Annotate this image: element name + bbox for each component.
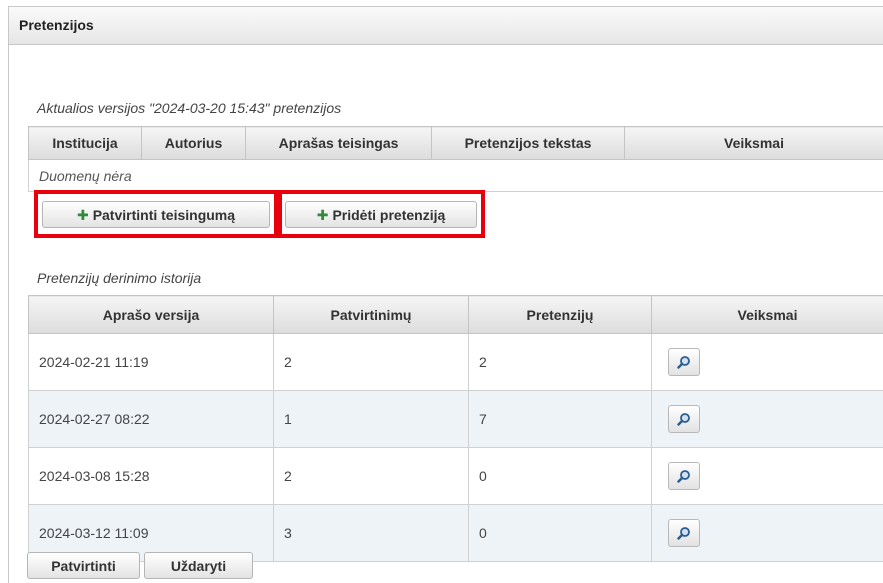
- magnifier-icon: [677, 469, 691, 483]
- column-header-claim-text[interactable]: Pretenzijos tekstas: [432, 127, 625, 160]
- confirmations-cell: 2: [274, 448, 469, 505]
- current-claims-caption: Aktualios versijos "2024-03-20 15:43" pr…: [37, 100, 341, 116]
- claims-cell: 0: [469, 448, 652, 505]
- claims-cell: 2: [469, 334, 652, 391]
- magnifier-icon: [677, 412, 691, 426]
- actions-cell: [652, 448, 883, 505]
- table-row: 2024-03-08 15:28 2 0: [29, 448, 883, 505]
- add-claim-button[interactable]: ✚Pridėti pretenziją: [285, 201, 477, 228]
- column-header-claims[interactable]: Pretenzijų: [469, 296, 652, 334]
- version-cell: 2024-02-21 11:19: [29, 334, 274, 391]
- claims-cell: 0: [469, 505, 652, 562]
- claims-cell: 7: [469, 391, 652, 448]
- panel-title: Pretenzijos: [9, 7, 883, 45]
- empty-message: Duomenų nėra: [29, 160, 883, 192]
- magnifier-icon: [677, 526, 691, 540]
- close-button[interactable]: Uždaryti: [144, 552, 253, 579]
- table-row: 2024-02-27 08:22 1 7: [29, 391, 883, 448]
- history-table: Aprašo versija Patvirtinimų Pretenzijų V…: [28, 295, 883, 562]
- confirm-correctness-label: Patvirtinti teisingumą: [93, 207, 235, 223]
- confirmations-cell: 3: [274, 505, 469, 562]
- column-header-description-correct[interactable]: Aprašas teisingas: [246, 127, 432, 160]
- view-details-button[interactable]: [668, 519, 700, 547]
- actions-cell: [652, 334, 883, 391]
- plus-icon: ✚: [77, 207, 89, 223]
- approve-button[interactable]: Patvirtinti: [27, 552, 140, 579]
- magnifier-icon: [677, 355, 691, 369]
- confirm-correctness-button[interactable]: ✚Patvirtinti teisingumą: [42, 201, 270, 228]
- confirmations-cell: 2: [274, 334, 469, 391]
- column-header-version[interactable]: Aprašo versija: [29, 296, 274, 334]
- view-details-button[interactable]: [668, 405, 700, 433]
- version-cell: 2024-02-27 08:22: [29, 391, 274, 448]
- column-header-history-actions[interactable]: Veiksmai: [652, 296, 883, 334]
- plus-icon: ✚: [317, 207, 329, 223]
- column-header-author[interactable]: Autorius: [142, 127, 246, 160]
- column-header-actions[interactable]: Veiksmai: [625, 127, 883, 160]
- history-caption: Pretenzijų derinimo istorija: [37, 270, 201, 286]
- actions-cell: [652, 391, 883, 448]
- table-row: 2024-02-21 11:19 2 2: [29, 334, 883, 391]
- current-claims-table: Institucija Autorius Aprašas teisingas P…: [28, 126, 883, 192]
- view-details-button[interactable]: [668, 462, 700, 490]
- column-header-confirmations[interactable]: Patvirtinimų: [274, 296, 469, 334]
- actions-cell: [652, 505, 883, 562]
- add-claim-label: Pridėti pretenziją: [332, 207, 445, 223]
- view-details-button[interactable]: [668, 348, 700, 376]
- version-cell: 2024-03-08 15:28: [29, 448, 274, 505]
- confirmations-cell: 1: [274, 391, 469, 448]
- column-header-institution[interactable]: Institucija: [29, 127, 142, 160]
